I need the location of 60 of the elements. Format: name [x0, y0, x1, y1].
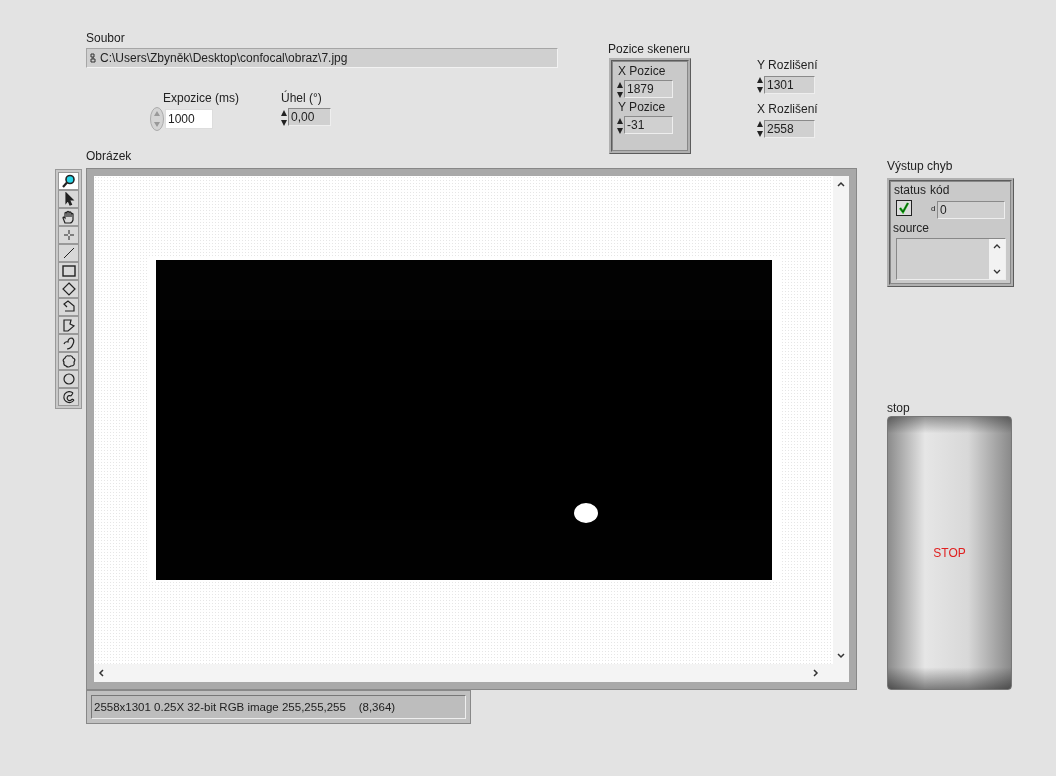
field-label: X Rozlišení — [757, 102, 818, 116]
scroll-down-icon[interactable] — [837, 653, 845, 659]
blob-icon — [60, 354, 77, 368]
radix-indicator[interactable]: d — [931, 204, 936, 213]
field-label: status — [894, 183, 926, 197]
exposure-field[interactable]: 1000 — [165, 109, 213, 129]
stop-button[interactable]: STOP — [887, 416, 1012, 690]
circle-icon — [60, 372, 77, 386]
annulus-tool[interactable] — [58, 388, 79, 406]
field-label: Úhel (°) — [281, 91, 322, 105]
field-label: Expozice (ms) — [163, 91, 239, 105]
zoom-tool[interactable] — [58, 172, 79, 190]
display-label: Obrázek — [86, 149, 132, 163]
rotated-rectangle-tool[interactable] — [58, 280, 79, 298]
spin-arrows-icon[interactable] — [617, 81, 623, 99]
scroll-left-icon[interactable] — [98, 669, 104, 677]
path-field[interactable]: C:\Users\Zbyněk\Desktop\confocal\obraz\7.jpg — [86, 48, 558, 68]
vertical-scrollbar[interactable] — [833, 176, 849, 664]
spin-arrows-icon[interactable] — [281, 109, 287, 127]
freehand-line-tool[interactable] — [58, 334, 79, 352]
polygon-icon — [60, 318, 77, 332]
scroll-down-icon[interactable] — [993, 269, 1001, 275]
pan-tool[interactable] — [58, 208, 79, 226]
freehand-region-tool[interactable] — [58, 352, 79, 370]
path-icon — [90, 53, 96, 63]
field-label: source — [893, 221, 930, 235]
numeric-field[interactable]: 1879 — [624, 80, 673, 98]
line-tool[interactable] — [58, 244, 79, 262]
spin-arrows-icon[interactable] — [757, 76, 763, 94]
numeric-field[interactable]: 1301 — [764, 76, 815, 94]
pointer-tool[interactable] — [58, 190, 79, 208]
cluster-label: Výstup chyb — [887, 159, 953, 173]
scroll-right-icon[interactable] — [813, 669, 819, 677]
spin-arrows-icon[interactable] — [617, 117, 623, 135]
magnifier-icon — [60, 174, 77, 188]
field-label: X Pozice — [618, 64, 666, 78]
hand-icon — [60, 210, 77, 224]
horizontal-scrollbar[interactable] — [94, 664, 849, 682]
cluster-label: Pozice skeneru — [608, 42, 691, 56]
scroll-up-icon[interactable] — [837, 181, 845, 187]
rectangle-tool[interactable] — [58, 262, 79, 280]
code-field: 0 — [937, 201, 1005, 219]
field-label: kód — [930, 183, 950, 197]
scroll-up-icon[interactable] — [993, 243, 1001, 249]
polygon-tool[interactable] — [58, 316, 79, 334]
spin-arrows-icon[interactable] — [757, 120, 763, 138]
button-label: stop — [887, 401, 910, 415]
diamond-icon — [60, 282, 77, 296]
field-label: Soubor — [86, 31, 125, 45]
numeric-field[interactable]: 2558 — [764, 120, 815, 138]
angle-field[interactable]: 0,00 — [288, 108, 331, 126]
image-info-text: 2558x1301 0.25X 32-bit RGB image 255,255,255 (8,364) — [91, 695, 466, 719]
numeric-field[interactable]: -31 — [624, 116, 673, 134]
field-label: Y Pozice — [618, 100, 666, 114]
image-display[interactable] — [86, 168, 857, 690]
annulus-icon — [60, 390, 77, 404]
field-label: Y Rozlišení — [757, 58, 818, 72]
rectangle-icon — [60, 264, 77, 278]
polyline-tool[interactable] — [58, 298, 79, 316]
oval-tool[interactable] — [58, 370, 79, 388]
